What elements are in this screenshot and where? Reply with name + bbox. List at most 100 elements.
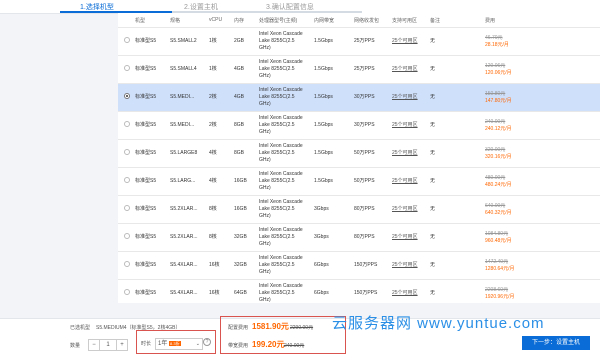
original-price: 120.06元 <box>485 62 506 69</box>
watermark: 云服务器网 www.yuntue.com <box>332 315 545 332</box>
table-row[interactable]: 标准型S5 S5.SMALL4 1核 4GB Intel Xeon Cascade La… <box>118 55 600 84</box>
cell-mem: 16GB <box>234 206 247 212</box>
cell-spec: S5.2XLAR... <box>170 234 198 240</box>
col-mem: 内存 <box>234 13 259 28</box>
radio-button[interactable] <box>123 205 130 211</box>
cell-az: 25个可用区 <box>392 94 418 100</box>
cell-type: 标准型S5 <box>135 38 157 44</box>
original-price: 1084.80元 <box>485 230 509 237</box>
qty-input[interactable]: 1 <box>99 339 117 351</box>
cell-note: 无 <box>430 262 436 268</box>
cell-az: 25个可用区 <box>392 290 418 296</box>
cell-bw: 1.5Gbps <box>314 150 333 156</box>
radio-button[interactable] <box>123 261 130 267</box>
radio-button[interactable] <box>123 65 130 71</box>
discount-badge: 8.3折 <box>169 341 181 346</box>
cell-spec: S5.4XLAR... <box>170 290 198 296</box>
cell-bw: 1.5Gbps <box>314 94 333 100</box>
cell-type: 标准型S5 <box>135 66 157 72</box>
bandwidth-fee: 199.20元 <box>252 340 285 349</box>
cell-cpu: Intel Xeon Cascade Lake 8255C(2.5 GHz) <box>259 31 303 51</box>
qty-increase-button[interactable]: + <box>116 339 128 351</box>
monthly-price: 640.32元/月 <box>485 209 512 216</box>
config-fee: 1581.90元 <box>252 322 289 331</box>
cell-type: 标准型S5 <box>135 94 157 100</box>
cell-mem: 16GB <box>234 178 247 184</box>
cell-pps: 150万PPS <box>354 262 378 268</box>
cell-az: 25个可用区 <box>392 234 418 240</box>
cell-vcpu: 16核 <box>209 262 220 268</box>
cell-vcpu: 1核 <box>209 38 217 44</box>
cell-bw: 1.5Gbps <box>314 66 333 72</box>
radio-button[interactable] <box>123 37 130 43</box>
cell-mem: 32GB <box>234 262 247 268</box>
table-row[interactable]: 标准型S5 S5.2XLAR... 8核 32GB Intel Xeon Cascade… <box>118 223 600 252</box>
cell-mem: 8GB <box>234 122 245 128</box>
table-row[interactable]: 标准型S5 S5.4XLAR... 16核 32GB Intel Xeon Cascad… <box>118 251 600 280</box>
instance-table: 机型 规格 vCPU 内存 处理器型号(主频) 内网带宽 网络收发包 支持可用区… <box>118 13 600 303</box>
col-bw: 内网带宽 <box>314 13 354 28</box>
cell-spec: S5.SMALL4 <box>170 66 197 72</box>
cell-cpu: Intel Xeon Cascade Lake 8255C(2.5 GHz) <box>259 255 303 275</box>
bandwidth-fee-label: 带宽费用 <box>228 343 249 349</box>
cell-spec: S5.LARGE8 <box>170 150 198 156</box>
monthly-price: 240.12元/月 <box>485 125 512 132</box>
monthly-price: 120.06元/月 <box>485 69 512 76</box>
table-row[interactable]: 标准型S5 S5.2XLAR... 8核 16GB Intel Xeon Cascade… <box>118 195 600 224</box>
cell-cpu: Intel Xeon Cascade Lake 8255C(2.5 GHz) <box>259 59 303 79</box>
config-fee-old: 2290.00元 <box>290 325 314 331</box>
cell-mem: 2GB <box>234 38 245 44</box>
table-row[interactable]: 标准型S5 S5.MEDI... 2核 8GB Intel Xeon Cascade L… <box>118 111 600 140</box>
table-row[interactable]: 标准型S5 S5.4XLAR... 16核 64GB Intel Xeon Cascad… <box>118 279 600 303</box>
col-cpu: 处理器型号(主频) <box>259 13 314 28</box>
cell-type: 标准型S5 <box>135 122 157 128</box>
cell-note: 无 <box>430 178 436 184</box>
duration-select[interactable]: 1年 8.3折 ⌄ <box>155 338 203 350</box>
radio-button[interactable] <box>123 149 130 155</box>
cell-az: 25个可用区 <box>392 206 418 212</box>
col-pps: 网络收发包 <box>354 13 392 28</box>
cell-cpu: Intel Xeon Cascade Lake 8255C(2.5 GHz) <box>259 227 303 247</box>
cell-az: 25个可用区 <box>392 178 418 184</box>
table-row[interactable]: 标准型S5 S5.SMALL2 1核 2GB Intel Xeon Cascade La… <box>118 27 600 56</box>
table-row[interactable]: 标准型S5 S5.MEDI... 2核 4GB Intel Xeon Cascade L… <box>118 83 600 112</box>
cell-az: 25个可用区 <box>392 38 418 44</box>
cell-mem: 64GB <box>234 290 247 296</box>
cell-note: 无 <box>430 38 436 44</box>
cell-type: 标准型S5 <box>135 206 157 212</box>
radio-button[interactable] <box>123 289 130 295</box>
next-step-button[interactable]: 下一步：设置主机 <box>522 336 590 350</box>
cell-vcpu: 4核 <box>209 178 217 184</box>
cell-type: 标准型S5 <box>135 150 157 156</box>
radio-button[interactable] <box>123 121 130 127</box>
table-row[interactable]: 标准型S5 S5.LARGE8 4核 8GB Intel Xeon Cascade La… <box>118 139 600 168</box>
config-fee-label: 配置费用 <box>228 325 249 331</box>
table-row[interactable]: 标准型S5 S5.LARG... 4核 16GB Intel Xeon Cascade … <box>118 167 600 196</box>
table-header: 机型 规格 vCPU 内存 处理器型号(主频) 内网带宽 网络收发包 支持可用区… <box>118 13 600 28</box>
cell-note: 无 <box>430 94 436 100</box>
original-price: 46.70元 <box>485 34 503 41</box>
original-price: 150.80元 <box>485 90 506 97</box>
monthly-price: 320.16元/月 <box>485 153 512 160</box>
radio-button[interactable] <box>123 177 130 183</box>
cell-pps: 50万PPS <box>354 150 375 156</box>
original-price: 2208.60元 <box>485 286 509 293</box>
help-icon[interactable]: ? <box>203 338 211 346</box>
cell-pps: 25万PPS <box>354 66 375 72</box>
cell-type: 标准型S5 <box>135 234 157 240</box>
cell-pps: 30万PPS <box>354 122 375 128</box>
instance-table-panel: 机型 规格 vCPU 内存 处理器型号(主频) 内网带宽 网络收发包 支持可用区… <box>118 13 600 303</box>
cell-cpu: Intel Xeon Cascade Lake 8255C(2.5 GHz) <box>259 171 303 191</box>
cell-vcpu: 1核 <box>209 66 217 72</box>
monthly-price: 480.24元/月 <box>485 181 512 188</box>
col-az: 支持可用区 <box>392 13 430 28</box>
cell-az: 25个可用区 <box>392 150 418 156</box>
radio-button[interactable] <box>123 93 130 99</box>
original-price: 1472.40元 <box>485 258 509 265</box>
cell-bw: 6Gbps <box>314 262 329 268</box>
bandwidth-fee-old: 240.00元 <box>284 343 305 349</box>
cell-note: 无 <box>430 66 436 72</box>
cell-cpu: Intel Xeon Cascade Lake 8255C(2.5 GHz) <box>259 143 303 163</box>
radio-button[interactable] <box>123 233 130 239</box>
cell-vcpu: 4核 <box>209 150 217 156</box>
